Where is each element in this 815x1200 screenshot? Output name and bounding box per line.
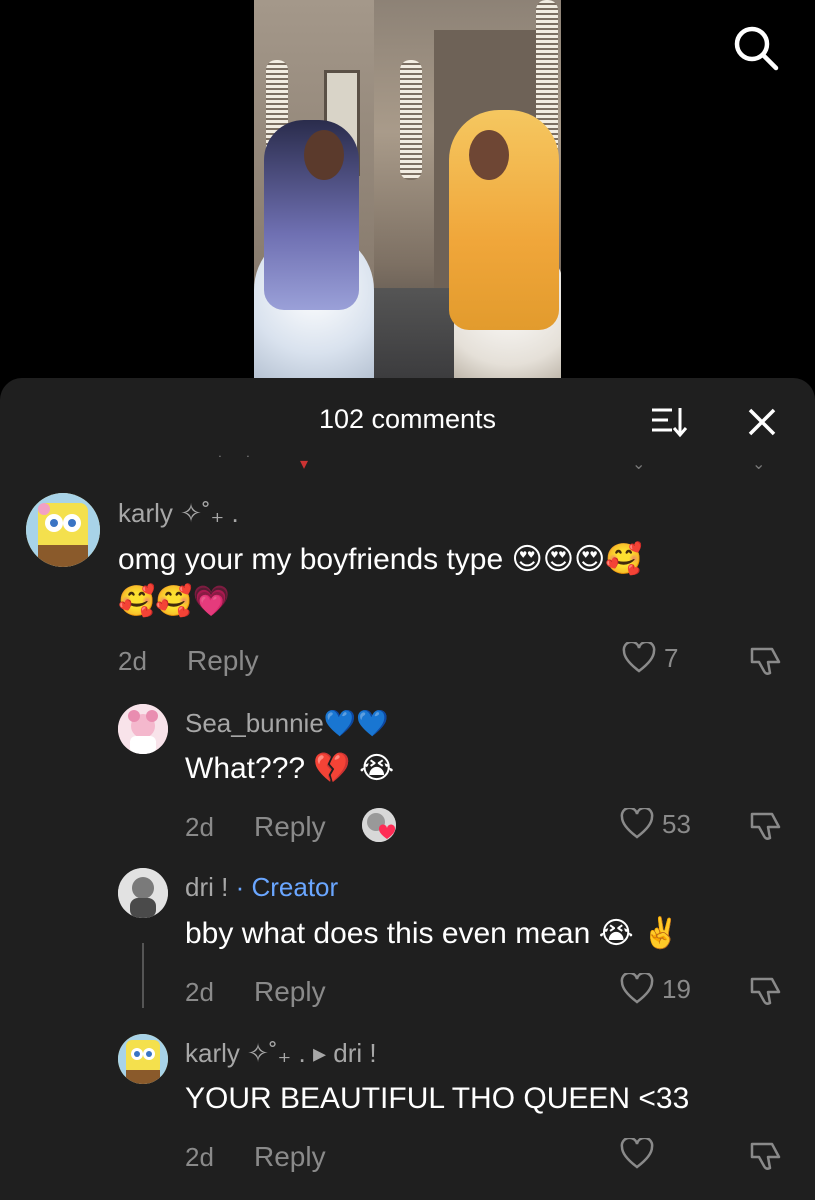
avatar[interactable] (118, 1034, 168, 1084)
sort-icon (652, 408, 688, 438)
video-person-right-face (469, 130, 509, 180)
close-icon (748, 408, 776, 436)
comment-username-text[interactable]: karly ✧˚₊ . (185, 1038, 306, 1068)
comment-text: omg your my boyfriends type 😍😍😍🥰 (118, 543, 643, 576)
comment-username[interactable]: dri ! · Creator (185, 872, 338, 903)
close-button[interactable] (742, 402, 782, 442)
avatar-image (118, 868, 168, 918)
avatar-image (118, 1034, 168, 1084)
heart-icon (620, 808, 654, 839)
clipped-glyph: ⌄ (632, 456, 646, 473)
thumbs-down-icon (750, 977, 781, 1005)
dislike-button[interactable] (748, 1139, 782, 1173)
dislike-button[interactable] (748, 644, 782, 678)
video-lamp (400, 60, 422, 180)
like-count: 19 (662, 973, 691, 1004)
comments-sheet: 102 comments ˙ ˙ ▾ ⌄ ⌄ karly ✧˚₊ . omg y… (0, 378, 815, 1200)
avatar[interactable] (118, 704, 168, 754)
creator-label: · Creator (235, 872, 339, 902)
reply-button[interactable]: Reply (187, 645, 259, 677)
comment-text: YOUR BEAUTIFUL THO QUEEN <33 (185, 1082, 690, 1115)
reply-button[interactable]: Reply (254, 1141, 326, 1173)
reply-button[interactable]: Reply (254, 976, 326, 1008)
thread-line (142, 943, 144, 1008)
dislike-button[interactable] (748, 809, 782, 843)
like-button[interactable] (620, 1138, 662, 1170)
clipped-glyph: ˙ (246, 454, 252, 471)
dislike-button[interactable] (748, 974, 782, 1008)
search-icon (734, 26, 779, 71)
comment-time: 2d (185, 812, 214, 842)
clipped-glyph: ▾ (300, 456, 309, 473)
comment-text: What??? 💔 😭 (185, 752, 395, 785)
reply-to-label[interactable]: ▸ dri ! (313, 1038, 377, 1068)
comment-username[interactable]: karly ✧˚₊ . ▸ dri ! (185, 1038, 377, 1069)
scrolled-content-edge: ˙ ˙ ▾ ⌄ ⌄ (0, 446, 815, 476)
comment-username-text[interactable]: dri ! (185, 872, 228, 902)
avatar[interactable] (118, 868, 168, 918)
clipped-glyph: ⌄ (752, 456, 766, 473)
heart-icon (622, 642, 656, 673)
comment-text-line2: 🥰🥰💗 (118, 585, 231, 618)
avatar-image (118, 704, 168, 754)
clipped-glyph: ˙ (218, 454, 224, 471)
sort-button[interactable] (646, 402, 692, 442)
comments-count: 102 comments (318, 404, 497, 434)
like-count: 7 (664, 642, 679, 673)
comment-text: bby what does this even mean 😭 ✌️ (185, 917, 680, 950)
comment-username[interactable]: karly ✧˚₊ . (118, 498, 239, 529)
video-person-left-face (304, 130, 344, 180)
heart-icon (620, 973, 654, 1004)
heart-icon (620, 1138, 654, 1169)
creator-liked-avatar (362, 808, 396, 842)
video-preview[interactable] (254, 0, 561, 378)
creator-liked-heart-icon (362, 808, 396, 842)
thumbs-down-icon (750, 812, 781, 840)
comment-time: 2d (118, 646, 147, 676)
thumbs-down-icon (750, 647, 781, 675)
avatar-image (26, 493, 100, 567)
thumbs-down-icon (750, 1142, 781, 1170)
avatar[interactable] (26, 493, 100, 567)
search-button[interactable] (732, 24, 780, 72)
comment-time: 2d (185, 1142, 214, 1172)
comment-username[interactable]: Sea_bunnie💙💙 (185, 708, 389, 739)
reply-button[interactable]: Reply (254, 811, 326, 843)
like-count: 53 (662, 808, 691, 839)
like-button[interactable]: 7 (622, 642, 678, 674)
like-button[interactable]: 19 (620, 973, 691, 1005)
like-button[interactable]: 53 (620, 808, 691, 840)
comment-time: 2d (185, 977, 214, 1007)
